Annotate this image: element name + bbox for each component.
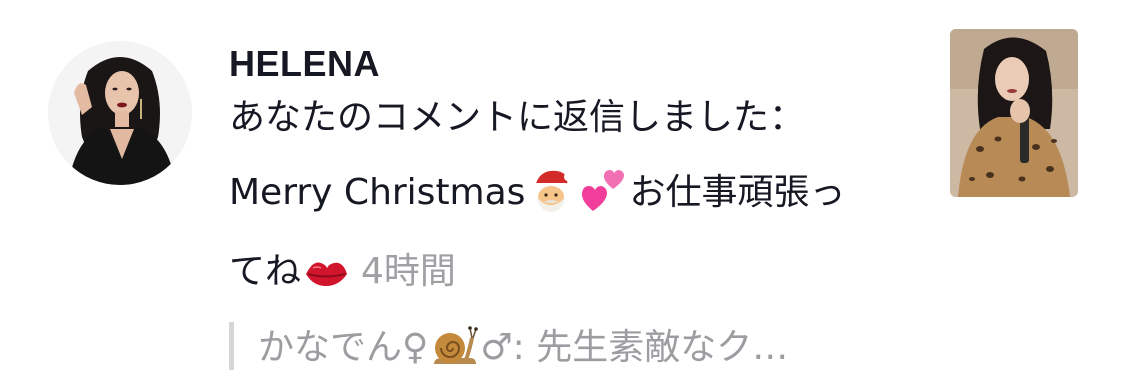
snail-emoji: [430, 322, 479, 381]
action-text: あなたのコメントに返信しました：: [229, 97, 806, 138]
reply-text-part-1: Merry Christmas: [229, 172, 526, 213]
quoted-comment[interactable]: かなでん♀ ♂: 先生素敵なク…: [229, 322, 883, 370]
video-thumbnail[interactable]: [950, 29, 1078, 197]
username[interactable]: HELENA: [229, 42, 919, 86]
reply-notification[interactable]: HELENA あなたのコメントに返信しました： Merry Christmas: [0, 0, 1125, 386]
reply-comment[interactable]: Merry Christmas お仕事頑張っ てね 4時間: [229, 158, 889, 316]
timestamp: 4時間: [361, 251, 456, 292]
avatar-image: [48, 41, 192, 185]
two-hearts-emoji: [579, 165, 627, 237]
thumbnail-image: [950, 29, 1078, 197]
reply-text-part-3: てね: [229, 251, 302, 292]
santa-face-emoji: [527, 165, 575, 237]
reply-text-part-2: お仕事頑張っ: [629, 172, 846, 213]
quoted-text: ♂: 先生素敵なク…: [480, 327, 789, 368]
notification-content: HELENA あなたのコメントに返信しました： Merry Christmas: [229, 42, 919, 370]
quoted-author: かなでん♀: [258, 327, 429, 368]
user-avatar[interactable]: [48, 41, 192, 185]
kiss-lips-emoji: [303, 246, 349, 316]
